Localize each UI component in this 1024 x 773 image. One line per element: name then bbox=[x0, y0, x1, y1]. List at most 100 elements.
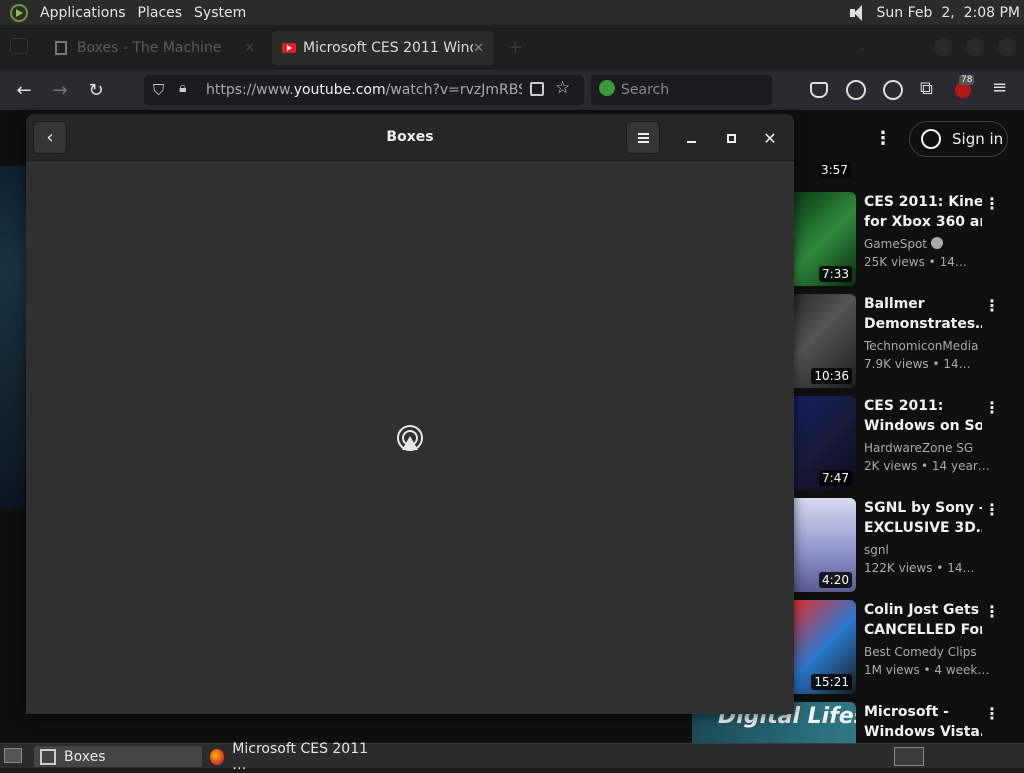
hamburger-menu-icon[interactable]: ≡ bbox=[992, 77, 1012, 98]
video-title-line: CES 2011: Kinect bbox=[864, 194, 982, 210]
list-tabs-icon[interactable]: ⌄ bbox=[856, 39, 868, 55]
channel-name[interactable]: TechnomiconMedia bbox=[864, 339, 978, 353]
video-meta: 2K views • 14 year… bbox=[864, 459, 990, 473]
maximize-button[interactable] bbox=[720, 127, 742, 149]
youtube-favicon-icon bbox=[282, 43, 296, 53]
view-count: 25K views bbox=[864, 255, 925, 269]
video-thumbnail[interactable]: 7:33 bbox=[794, 192, 856, 286]
duration-badge: 3:57 bbox=[818, 162, 851, 178]
video-title[interactable]: CES 2011: Kinect for Xbox 360 an… bbox=[864, 192, 982, 232]
minimize-button[interactable] bbox=[680, 127, 702, 149]
video-thumbnail[interactable]: 4:20 bbox=[794, 498, 856, 592]
close-tab-icon[interactable]: ✕ bbox=[244, 41, 255, 56]
boxes-headerbar: ‹ Boxes ✕ bbox=[26, 114, 794, 161]
account-icon[interactable] bbox=[883, 80, 903, 100]
bookmark-star-icon[interactable]: ☆ bbox=[555, 78, 570, 98]
taskbar: Boxes Microsoft CES 2011 … bbox=[0, 741, 1024, 773]
maximize-icon bbox=[726, 133, 736, 143]
duration-badge: 7:33 bbox=[819, 266, 852, 282]
more-options-icon[interactable]: ⋮ bbox=[984, 602, 1000, 621]
shield-icon[interactable]: ⛉ bbox=[153, 81, 164, 99]
forward-arrow-icon[interactable]: → bbox=[48, 78, 72, 102]
search-input[interactable]: Search bbox=[591, 75, 772, 105]
video-thumbnail[interactable]: 10:36 bbox=[794, 294, 856, 388]
task-boxes[interactable]: Boxes bbox=[34, 746, 202, 767]
video-title[interactable]: CES 2011: Windows on So… bbox=[864, 396, 982, 436]
list-item[interactable]: 7:33 CES 2011: Kinect for Xbox 360 an… Ga… bbox=[794, 192, 1024, 290]
video-meta: 1M views • 4 week… bbox=[864, 663, 990, 677]
container-icon[interactable] bbox=[846, 80, 866, 100]
verified-check-icon bbox=[931, 237, 944, 249]
channel-name[interactable]: HardwareZone SG bbox=[864, 441, 973, 455]
task-firefox[interactable]: Microsoft CES 2011 … bbox=[204, 741, 370, 773]
video-thumbnail[interactable]: 15:21 bbox=[794, 600, 856, 694]
pocket-icon[interactable] bbox=[810, 82, 828, 98]
search-placeholder: Search bbox=[621, 82, 670, 98]
video-title[interactable]: SGNL by Sony - EXCLUSIVE 3D… bbox=[864, 498, 982, 538]
more-options-icon[interactable]: ⋮ bbox=[984, 296, 1000, 315]
list-item[interactable]: 7:47 CES 2011: Windows on So… HardwareZon… bbox=[794, 396, 1024, 494]
menu-places[interactable]: Places bbox=[132, 0, 189, 25]
video-title-line: Windows Vista… bbox=[864, 724, 982, 740]
video-title-line: SGNL by Sony - bbox=[864, 500, 982, 516]
back-arrow-icon[interactable]: ← bbox=[12, 78, 36, 102]
channel-name[interactable]: sgnl bbox=[864, 543, 889, 557]
minimize-browser-icon[interactable] bbox=[934, 38, 952, 56]
menu-applications[interactable]: Applications bbox=[34, 0, 132, 25]
menu-system[interactable]: System bbox=[188, 0, 252, 25]
tab-boxes[interactable]: Boxes - The Machine ✕ bbox=[45, 31, 265, 65]
lock-icon[interactable]: 🔒︎ bbox=[179, 80, 186, 96]
distro-logo-icon[interactable] bbox=[10, 3, 28, 22]
upload-age: 14 year… bbox=[931, 459, 990, 473]
firefox-view-icon[interactable] bbox=[10, 38, 28, 54]
video-thumbnail[interactable]: 7:47 bbox=[794, 396, 856, 490]
reload-icon[interactable]: ↻ bbox=[84, 78, 108, 102]
video-player-edge[interactable] bbox=[0, 166, 26, 509]
video-title-line: EXCLUSIVE 3D… bbox=[864, 520, 982, 536]
maximize-browser-icon[interactable] bbox=[966, 38, 984, 56]
tab-youtube[interactable]: Microsoft CES 2011 Window ✕ bbox=[272, 31, 494, 65]
video-title-line: Demonstrates… bbox=[864, 316, 982, 332]
url-bar[interactable]: ⛉ 🔒︎ https://www.youtube.com/watch?v=rvz… bbox=[144, 75, 584, 105]
channel-name[interactable]: GameSpot bbox=[864, 237, 944, 251]
video-title-line: CES 2011: bbox=[864, 398, 944, 414]
panel-tray: Sun Feb 2, 2:08 PM bbox=[849, 0, 1020, 25]
channel-label: GameSpot bbox=[864, 237, 928, 251]
more-options-icon[interactable]: ⋮ bbox=[984, 398, 1000, 417]
video-title[interactable]: Microsoft - Windows Vista… bbox=[864, 702, 982, 742]
more-options-icon[interactable]: ⋮ bbox=[874, 128, 892, 149]
url-path: /watch?v=rvzJmRBS84w bbox=[385, 82, 522, 98]
list-item[interactable]: 15:21 Colin Jost Gets CANCELLED For… Best… bbox=[794, 600, 1024, 698]
hamburger-menu-button[interactable] bbox=[626, 121, 660, 154]
list-item[interactable]: 4:20 SGNL by Sony - EXCLUSIVE 3D… sgnl 12… bbox=[794, 498, 1024, 596]
tab-strip: Boxes - The Machine ✕ Microsoft CES 2011… bbox=[0, 25, 1024, 70]
url-text[interactable]: https://www.youtube.com/watch?v=rvzJmRBS… bbox=[206, 82, 522, 98]
video-title[interactable]: Colin Jost Gets CANCELLED For… bbox=[864, 600, 982, 640]
firefox-icon bbox=[210, 748, 225, 765]
close-browser-icon[interactable] bbox=[998, 38, 1016, 56]
video-title-line: Microsoft - bbox=[864, 704, 949, 720]
list-item[interactable]: 10:36 Ballmer Demonstrates… TechnomiconMe… bbox=[794, 294, 1024, 392]
channel-name[interactable]: Best Comedy Clips bbox=[864, 645, 977, 659]
video-title[interactable]: Ballmer Demonstrates… bbox=[864, 294, 982, 334]
sign-in-button[interactable]: Sign in bbox=[909, 121, 1008, 157]
close-tab-icon[interactable]: ✕ bbox=[473, 41, 484, 56]
clock[interactable]: Sun Feb 2, 2:08 PM bbox=[877, 5, 1020, 21]
duration-badge: 7:47 bbox=[819, 470, 852, 486]
show-desktop-icon[interactable] bbox=[4, 748, 22, 763]
boxes-window: ‹ Boxes ✕ bbox=[26, 114, 794, 714]
workspace-switcher[interactable] bbox=[894, 747, 924, 766]
tab-label: Microsoft CES 2011 Window bbox=[303, 40, 473, 56]
picture-icon[interactable] bbox=[530, 82, 544, 96]
new-tab-icon[interactable]: + bbox=[508, 37, 523, 58]
close-button[interactable]: ✕ bbox=[759, 127, 781, 149]
more-options-icon[interactable]: ⋮ bbox=[984, 500, 1000, 519]
more-options-icon[interactable]: ⋮ bbox=[984, 704, 1000, 723]
video-meta: 7.9K views • 14… bbox=[864, 357, 971, 371]
duration-badge: 10:36 bbox=[811, 368, 852, 384]
more-options-icon[interactable]: ⋮ bbox=[984, 194, 1000, 213]
extensions-icon[interactable]: ⧉ bbox=[920, 78, 940, 99]
video-meta: 122K views • 14… bbox=[864, 561, 975, 575]
volume-icon[interactable] bbox=[849, 4, 867, 22]
duration-badge: 4:20 bbox=[819, 572, 852, 588]
